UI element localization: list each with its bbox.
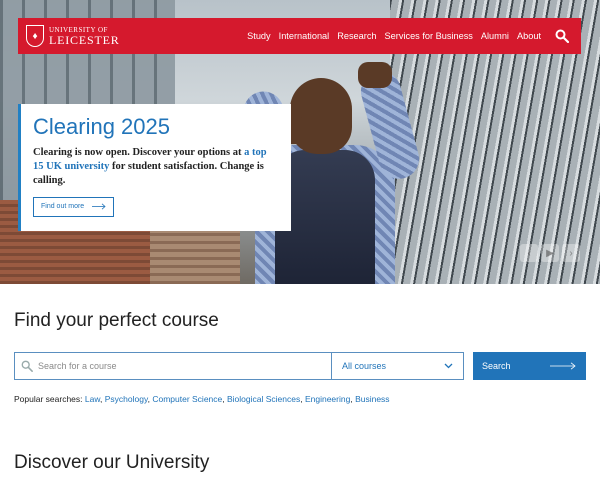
- university-logo[interactable]: ♦ UNIVERSITY OF LEICESTER: [26, 25, 120, 47]
- arrow-right-icon: [92, 203, 106, 210]
- course-finder-heading: Find your perfect course: [14, 310, 219, 331]
- chevron-right-icon[interactable]: ›: [562, 244, 580, 262]
- find-out-more-button[interactable]: Find out more: [33, 196, 115, 217]
- popular-link-business[interactable]: Business: [355, 394, 390, 404]
- promo-title: Clearing 2025: [33, 114, 170, 139]
- popular-link-engineering[interactable]: Engineering: [305, 394, 350, 404]
- nav-item-alumni[interactable]: Alumni: [481, 31, 509, 41]
- nav-item-international[interactable]: International: [279, 31, 330, 41]
- popular-link-computer-science[interactable]: Computer Science: [152, 394, 222, 404]
- promo-body: Clearing is now open. Discover your opti…: [33, 147, 267, 186]
- main-nav: ♦ UNIVERSITY OF LEICESTER Study Internat…: [18, 18, 581, 54]
- course-search-input[interactable]: [38, 361, 318, 371]
- popular-searches: Popular searches: Law, Psychology, Compu…: [14, 394, 390, 404]
- nav-item-research[interactable]: Research: [337, 31, 376, 41]
- nav-links: Study International Research Services fo…: [239, 29, 581, 44]
- course-type-select[interactable]: All courses: [331, 353, 463, 379]
- course-search-form: All courses: [14, 352, 464, 380]
- popular-link-biological-sciences[interactable]: Biological Sciences: [227, 394, 300, 404]
- popular-link-law[interactable]: Law: [85, 394, 100, 404]
- search-button[interactable]: Search: [473, 352, 586, 380]
- clearing-promo-card: Clearing 2025 Clearing is now open. Disc…: [18, 104, 291, 231]
- popular-link-psychology[interactable]: Psychology: [105, 394, 148, 404]
- arrow-right-icon: [550, 362, 576, 370]
- search-icon: [21, 360, 33, 372]
- nav-item-about[interactable]: About: [517, 31, 541, 41]
- chevron-left-icon[interactable]: ‹: [520, 244, 538, 262]
- crest-icon: ♦: [26, 25, 44, 47]
- popular-searches-label: Popular searches:: [14, 394, 83, 404]
- chevron-down-icon: [444, 363, 453, 369]
- search-icon[interactable]: [555, 29, 570, 44]
- nav-item-services-for-business[interactable]: Services for Business: [385, 31, 473, 41]
- play-icon[interactable]: ▶: [541, 244, 559, 262]
- nav-item-study[interactable]: Study: [247, 31, 271, 41]
- logo-main-text: LEICESTER: [49, 32, 120, 47]
- discover-heading: Discover our University: [14, 452, 210, 473]
